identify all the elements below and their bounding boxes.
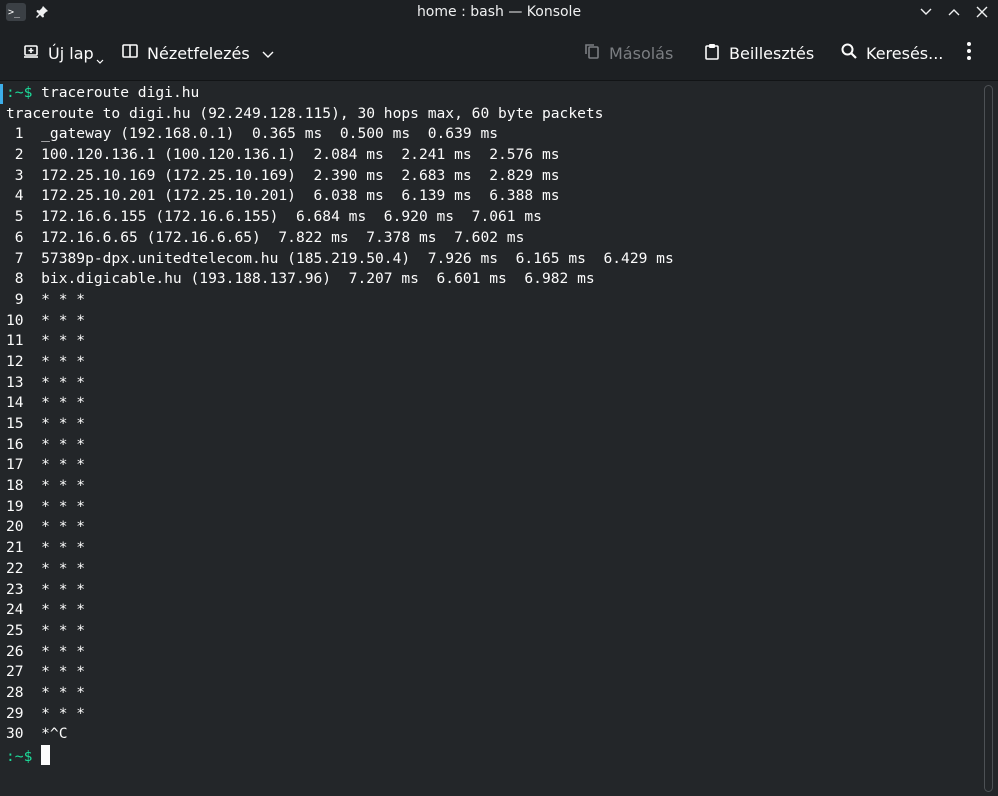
chevron-down-icon bbox=[96, 50, 104, 69]
terminal-line: 15 * * * bbox=[6, 414, 674, 435]
terminal-line: 24 * * * bbox=[6, 600, 674, 621]
terminal-line: 9 * * * bbox=[6, 290, 674, 311]
line-text: 28 * * * bbox=[6, 683, 86, 701]
clipboard-icon bbox=[703, 42, 721, 64]
terminal-line: traceroute to digi.hu (92.249.128.115), … bbox=[6, 104, 674, 125]
terminal-output[interactable]: :~$ traceroute digi.hu traceroute to digi… bbox=[6, 83, 674, 766]
terminal-line: 8 bix.digicable.hu (193.188.137.96) 7.20… bbox=[6, 269, 674, 290]
terminal-scrollbar[interactable] bbox=[980, 81, 998, 796]
terminal-line: 17 * * * bbox=[6, 455, 674, 476]
paste-label: Beillesztés bbox=[729, 43, 815, 63]
terminal-line: 10 * * * bbox=[6, 311, 674, 332]
line-text: 8 bix.digicable.hu (193.188.137.96) 7.20… bbox=[6, 270, 595, 288]
line-text: 10 * * * bbox=[6, 311, 86, 329]
terminal-line: 28 * * * bbox=[6, 683, 674, 704]
text-cursor bbox=[41, 745, 51, 765]
line-text: 1 _gateway (192.168.0.1) 0.365 ms 0.500 … bbox=[6, 125, 499, 143]
terminal-line: 13 * * * bbox=[6, 373, 674, 394]
new-tab-button[interactable]: Új lap bbox=[22, 39, 110, 67]
line-text: 11 * * * bbox=[6, 332, 86, 350]
terminal-line: 7 57389p-dpx.unitedtelecom.hu (185.219.5… bbox=[6, 249, 674, 270]
terminal-line: 12 * * * bbox=[6, 352, 674, 373]
line-text: 6 172.16.6.65 (172.16.6.65) 7.822 ms 7.3… bbox=[6, 228, 525, 246]
new-tab-label: Új lap bbox=[48, 43, 94, 63]
line-text: 30 *^C bbox=[6, 725, 68, 743]
minimize-icon[interactable] bbox=[918, 4, 934, 20]
maximize-icon[interactable] bbox=[946, 4, 962, 20]
line-text: 15 * * * bbox=[6, 415, 86, 432]
terminal-line: 29 * * * bbox=[6, 704, 674, 725]
terminal-line: 2 100.120.136.1 (100.120.136.1) 2.084 ms… bbox=[6, 145, 674, 166]
line-text: 2 100.120.136.1 (100.120.136.1) 2.084 ms… bbox=[6, 146, 560, 164]
split-view-button[interactable]: Nézetfelezés bbox=[121, 39, 274, 67]
line-text: 3 172.25.10.169 (172.25.10.169) 2.390 ms… bbox=[6, 166, 560, 184]
window-titlebar[interactable]: >_ home : bash — Konsole bbox=[0, 0, 998, 25]
find-button[interactable]: Keresés... bbox=[840, 39, 943, 67]
terminal-focus-marker bbox=[0, 84, 3, 104]
line-text: 25 * * * bbox=[6, 621, 86, 639]
kebab-menu-icon bbox=[966, 41, 972, 65]
close-icon[interactable] bbox=[974, 4, 990, 20]
chevron-down-icon bbox=[262, 44, 274, 63]
terminal-line: 18 * * * bbox=[6, 476, 674, 497]
terminal-line: 30 *^C bbox=[6, 724, 674, 745]
terminal-line: :~$ traceroute digi.hu bbox=[6, 83, 674, 104]
line-text: 9 * * * bbox=[6, 290, 86, 308]
copy-icon bbox=[583, 42, 601, 64]
line-text: 13 * * * bbox=[6, 373, 86, 391]
terminal-line: 23 * * * bbox=[6, 580, 674, 601]
copy-label: Másolás bbox=[609, 43, 674, 63]
scrollbar-thumb[interactable] bbox=[984, 85, 993, 792]
terminal-line: 22 * * * bbox=[6, 559, 674, 580]
line-text: 24 * * * bbox=[6, 601, 86, 619]
line-text: 21 * * * bbox=[6, 539, 86, 557]
new-tab-icon bbox=[22, 42, 40, 64]
terminal-line: 6 172.16.6.65 (172.16.6.65) 7.822 ms 7.3… bbox=[6, 228, 674, 249]
terminal-line: 3 172.25.10.169 (172.25.10.169) 2.390 ms… bbox=[6, 166, 674, 187]
terminal-line: 27 * * * bbox=[6, 662, 674, 683]
terminal-line: :~$ bbox=[6, 745, 674, 766]
line-text: 22 * * * bbox=[6, 559, 86, 577]
split-view-icon bbox=[121, 42, 139, 64]
find-label: Keresés... bbox=[866, 43, 944, 63]
line-text: 27 * * * bbox=[6, 663, 86, 681]
line-text: traceroute digi.hu bbox=[41, 84, 200, 101]
line-text: traceroute to digi.hu (92.249.128.115), … bbox=[6, 104, 604, 122]
menu-button[interactable] bbox=[966, 39, 972, 67]
paste-button[interactable]: Beillesztés bbox=[703, 39, 814, 67]
line-text: 14 * * * bbox=[6, 394, 86, 412]
terminal-line: 4 172.25.10.201 (172.25.10.201) 6.038 ms… bbox=[6, 186, 674, 207]
line-text: 23 * * * bbox=[6, 580, 86, 598]
terminal-line: 14 * * * bbox=[6, 393, 674, 414]
line-text: 18 * * * bbox=[6, 477, 86, 495]
terminal-line: 26 * * * bbox=[6, 642, 674, 663]
terminal-line: 25 * * * bbox=[6, 621, 674, 642]
terminal-line: 1 _gateway (192.168.0.1) 0.365 ms 0.500 … bbox=[6, 124, 674, 145]
line-text: 20 * * * bbox=[6, 518, 86, 536]
terminal-line: 21 * * * bbox=[6, 538, 674, 559]
search-icon bbox=[840, 42, 858, 64]
main-toolbar: Új lap Nézetfelezés Másolás Beillesztés … bbox=[0, 25, 998, 81]
terminal-line: 16 * * * bbox=[6, 435, 674, 456]
line-text: 5 172.16.6.155 (172.16.6.155) 6.684 ms 6… bbox=[6, 208, 542, 226]
line-text: 7 57389p-dpx.unitedtelecom.hu (185.219.5… bbox=[6, 249, 674, 267]
line-text: 16 * * * bbox=[6, 435, 86, 453]
split-view-label: Nézetfelezés bbox=[147, 43, 250, 63]
shell-prompt: :~$ bbox=[6, 748, 42, 765]
line-text: 4 172.25.10.201 (172.25.10.201) 6.038 ms… bbox=[6, 187, 560, 205]
terminal-line: 19 * * * bbox=[6, 497, 674, 518]
line-text: 19 * * * bbox=[6, 497, 86, 515]
line-text: 26 * * * bbox=[6, 642, 86, 660]
terminal-line: 20 * * * bbox=[6, 517, 674, 538]
terminal-line: 5 172.16.6.155 (172.16.6.155) 6.684 ms 6… bbox=[6, 207, 674, 228]
window-title: home : bash — Konsole bbox=[416, 4, 582, 20]
line-text: 12 * * * bbox=[6, 352, 86, 370]
shell-prompt: :~$ bbox=[6, 84, 42, 101]
copy-button[interactable]: Másolás bbox=[583, 39, 673, 67]
line-text: 17 * * * bbox=[6, 456, 86, 474]
line-text: 29 * * * bbox=[6, 704, 86, 722]
terminal-line: 11 * * * bbox=[6, 331, 674, 352]
